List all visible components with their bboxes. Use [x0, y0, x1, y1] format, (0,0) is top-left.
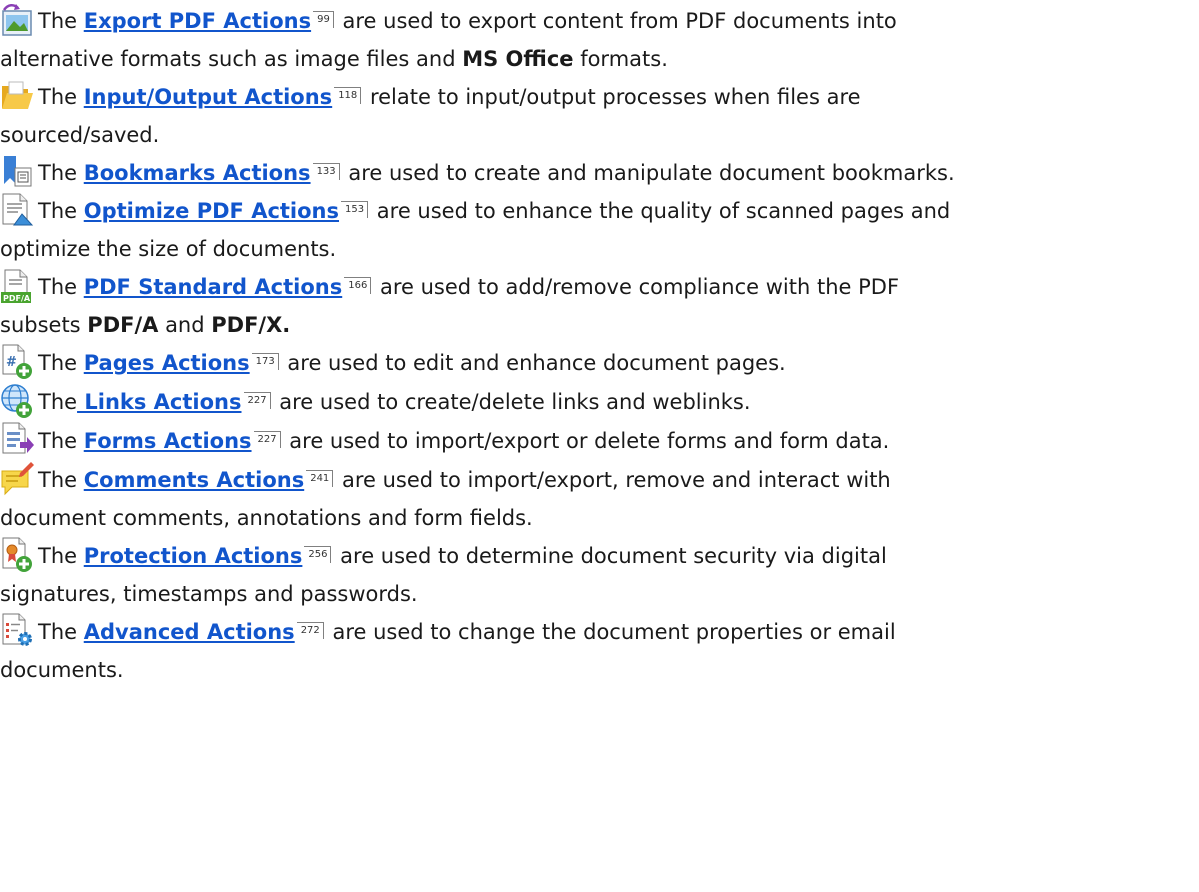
page-reference[interactable]: 153 [341, 201, 369, 218]
page-reference[interactable]: 99 [313, 11, 334, 28]
page-number-add-icon: # [0, 344, 34, 380]
list-item: The Protection Actions 256 are used to de… [0, 537, 1199, 613]
page-reference[interactable]: 173 [251, 353, 279, 370]
page-reference[interactable]: 241 [306, 470, 334, 487]
protection-actions-link[interactable]: Protection Actions [84, 544, 303, 568]
certificate-add-icon [0, 537, 34, 573]
page-reference[interactable]: 227 [243, 392, 271, 409]
optimize-pdf-actions-link[interactable]: Optimize PDF Actions [84, 199, 339, 223]
list-item: PDF/A The PDF Standard Actions 166 are us… [0, 268, 1199, 344]
document-settings-icon [0, 613, 34, 649]
pdf-standard-actions-link[interactable]: PDF Standard Actions [84, 275, 342, 299]
comments-actions-link[interactable]: Comments Actions [84, 468, 304, 492]
actions-list: The Export PDF Actions 99 are used to exp… [0, 0, 1199, 892]
optimize-page-icon [0, 192, 34, 228]
list-item: The Optimize PDF Actions 153 are used to … [0, 192, 1199, 268]
svg-text:PDF/A: PDF/A [3, 294, 31, 303]
bookmarks-actions-link[interactable]: Bookmarks Actions [84, 161, 311, 185]
list-item: The Links Actions 227 are used to create/… [0, 383, 1199, 421]
advanced-actions-link[interactable]: Advanced Actions [84, 620, 295, 644]
page-reference[interactable]: 166 [344, 277, 372, 294]
bookmark-icon [0, 154, 34, 190]
svg-text:#: # [6, 355, 17, 370]
list-item: The Export PDF Actions 99 are used to exp… [0, 2, 1199, 78]
links-actions-link[interactable]: Links Actions [77, 390, 241, 414]
page-reference[interactable]: 256 [304, 546, 332, 563]
pages-actions-link[interactable]: Pages Actions [84, 351, 250, 375]
list-item: The Input/Output Actions 118 relate to in… [0, 78, 1199, 154]
page-reference[interactable]: 133 [312, 163, 340, 180]
export-pdf-actions-link[interactable]: Export PDF Actions [84, 9, 311, 33]
comment-note-icon [0, 461, 34, 497]
page-reference[interactable]: 272 [296, 622, 324, 639]
list-item: The Comments Actions 241 are used to impo… [0, 461, 1199, 537]
input-output-actions-link[interactable]: Input/Output Actions [84, 85, 332, 109]
pdfa-document-icon: PDF/A [0, 268, 34, 304]
export-image-icon [0, 2, 34, 38]
forms-actions-link[interactable]: Forms Actions [84, 429, 252, 453]
page-reference[interactable]: 227 [253, 431, 281, 448]
list-item: The Advanced Actions 272 are used to chan… [0, 613, 1199, 689]
list-item: The Bookmarks Actions 133 are used to cre… [0, 154, 1199, 192]
list-item: The Forms Actions 227 are used to import/… [0, 422, 1199, 460]
list-item: # The Pages Actions 173 are used to edit … [0, 344, 1199, 382]
globe-link-add-icon [0, 383, 34, 419]
page-reference[interactable]: 118 [334, 87, 362, 104]
folder-icon [0, 78, 34, 114]
form-export-icon [0, 422, 34, 458]
